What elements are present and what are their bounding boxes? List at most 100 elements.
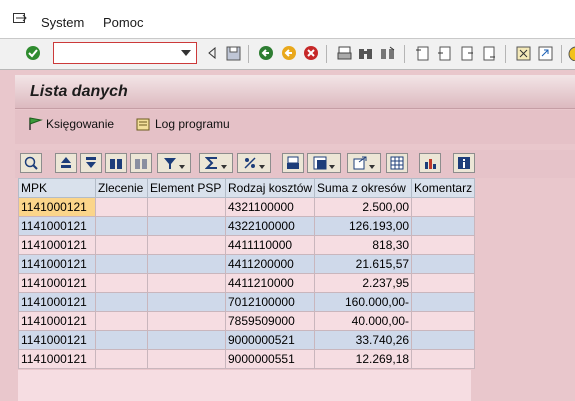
column-header-sum[interactable]: Suma z okresów	[314, 178, 413, 198]
cell-mpk[interactable]: 1141000121	[18, 311, 96, 331]
cell-sum[interactable]: 12.269,18	[314, 349, 413, 369]
cell-wbs[interactable]	[147, 254, 226, 274]
cell-cost-type[interactable]: 4411110000	[224, 235, 316, 255]
column-header-cost-type[interactable]: Rodzaj kosztów	[224, 178, 316, 198]
sort-ascending-icon[interactable]	[55, 153, 77, 173]
column-header-wbs[interactable]: Element PSP	[147, 178, 226, 198]
cell-mpk[interactable]: 1141000121	[18, 254, 96, 274]
cell-sum[interactable]: 21.615,57	[314, 254, 413, 274]
table-row[interactable]: 1141000121 7859509000 40.000,00-	[18, 311, 476, 331]
menu-system[interactable]: System	[41, 15, 84, 30]
cell-order[interactable]	[95, 349, 148, 369]
cell-cost-type[interactable]: 9000000551	[224, 349, 316, 369]
table-row[interactable]: 1141000121 4411210000 2.237,95	[18, 273, 476, 293]
find-icon[interactable]	[356, 44, 374, 62]
cancel-icon[interactable]	[302, 44, 320, 62]
cell-comment[interactable]	[411, 292, 476, 312]
find-next-icon[interactable]	[130, 153, 152, 173]
cell-comment[interactable]	[411, 311, 476, 331]
print-icon[interactable]	[335, 44, 353, 62]
cell-wbs[interactable]	[147, 197, 226, 217]
find-next-icon[interactable]	[378, 44, 396, 62]
shortcut-icon[interactable]	[536, 44, 554, 62]
print-preview-icon[interactable]	[282, 153, 304, 173]
cell-sum[interactable]: 2.500,00	[314, 197, 413, 217]
graphic-icon[interactable]	[419, 153, 441, 173]
cell-comment[interactable]	[411, 235, 476, 255]
cell-wbs[interactable]	[147, 292, 226, 312]
table-row[interactable]: 1141000121 4322100000 126.193,00	[18, 216, 476, 236]
info-icon[interactable]	[453, 153, 475, 173]
next-page-icon[interactable]	[457, 44, 475, 62]
previous-page-icon[interactable]	[435, 44, 453, 62]
table-row[interactable]: 1141000121 7012100000 160.000,00-	[18, 292, 476, 312]
filter-button[interactable]	[157, 153, 191, 173]
first-page-icon[interactable]	[413, 44, 431, 62]
table-row[interactable]: 1141000121 9000000551 12.269,18	[18, 349, 476, 369]
last-page-icon[interactable]	[479, 44, 497, 62]
cell-order[interactable]	[95, 254, 148, 274]
cell-mpk[interactable]: 1141000121	[18, 292, 96, 312]
subtotal-button[interactable]	[237, 153, 271, 173]
layout-icon[interactable]	[386, 153, 408, 173]
cell-order[interactable]	[95, 235, 148, 255]
cell-wbs[interactable]	[147, 330, 226, 350]
cell-sum[interactable]: 160.000,00-	[314, 292, 413, 312]
cell-order[interactable]	[95, 311, 148, 331]
exit-icon[interactable]	[280, 44, 298, 62]
cell-cost-type[interactable]: 9000000521	[224, 330, 316, 350]
export-button[interactable]	[347, 153, 381, 173]
table-row[interactable]: 1141000121 4321100000 2.500,00	[18, 197, 476, 217]
cell-wbs[interactable]	[147, 216, 226, 236]
cell-cost-type[interactable]: 4411210000	[224, 273, 316, 293]
cell-sum[interactable]: 33.740,26	[314, 330, 413, 350]
cell-mpk[interactable]: 1141000121	[18, 197, 96, 217]
cell-comment[interactable]	[411, 273, 476, 293]
cell-comment[interactable]	[411, 197, 476, 217]
help-icon[interactable]	[566, 44, 575, 62]
details-icon[interactable]	[20, 153, 42, 173]
collapse-icon[interactable]	[203, 44, 221, 62]
cell-wbs[interactable]	[147, 235, 226, 255]
cell-wbs[interactable]	[147, 349, 226, 369]
enter-icon[interactable]	[24, 44, 42, 62]
cell-order[interactable]	[95, 216, 148, 236]
cell-cost-type[interactable]: 7012100000	[224, 292, 316, 312]
new-session-icon[interactable]	[514, 44, 532, 62]
cell-comment[interactable]	[411, 349, 476, 369]
cell-cost-type[interactable]: 4322100000	[224, 216, 316, 236]
cell-order[interactable]	[95, 197, 148, 217]
cell-order[interactable]	[95, 273, 148, 293]
back-icon[interactable]	[257, 44, 275, 62]
log-button[interactable]: Log programu	[136, 117, 230, 131]
cell-mpk[interactable]: 1141000121	[18, 349, 96, 369]
cell-mpk[interactable]: 1141000121	[18, 235, 96, 255]
menu-icon[interactable]	[13, 13, 27, 24]
command-input[interactable]	[57, 45, 175, 61]
sum-button[interactable]	[199, 153, 233, 173]
chevron-down-icon[interactable]	[181, 50, 191, 56]
table-row[interactable]: 1141000121 9000000521 33.740,26	[18, 330, 476, 350]
command-field[interactable]	[53, 42, 197, 64]
menu-help[interactable]: Pomoc	[103, 15, 143, 30]
column-header-mpk[interactable]: MPK	[18, 178, 96, 198]
cell-sum[interactable]: 2.237,95	[314, 273, 413, 293]
cell-mpk[interactable]: 1141000121	[18, 216, 96, 236]
cell-mpk[interactable]: 1141000121	[18, 330, 96, 350]
cell-comment[interactable]	[411, 254, 476, 274]
find-icon[interactable]	[105, 153, 127, 173]
column-header-comment[interactable]: Komentarz	[411, 178, 476, 198]
cell-order[interactable]	[95, 330, 148, 350]
cell-cost-type[interactable]: 4411200000	[224, 254, 316, 274]
save-icon[interactable]	[224, 44, 242, 62]
cell-cost-type[interactable]: 7859509000	[224, 311, 316, 331]
cell-wbs[interactable]	[147, 311, 226, 331]
cell-order[interactable]	[95, 292, 148, 312]
sort-descending-icon[interactable]	[80, 153, 102, 173]
booking-button[interactable]: Księgowanie	[27, 117, 114, 131]
cell-comment[interactable]	[411, 330, 476, 350]
cell-cost-type[interactable]: 4321100000	[224, 197, 316, 217]
views-button[interactable]	[307, 153, 341, 173]
cell-sum[interactable]: 40.000,00-	[314, 311, 413, 331]
table-row[interactable]: 1141000121 4411200000 21.615,57	[18, 254, 476, 274]
